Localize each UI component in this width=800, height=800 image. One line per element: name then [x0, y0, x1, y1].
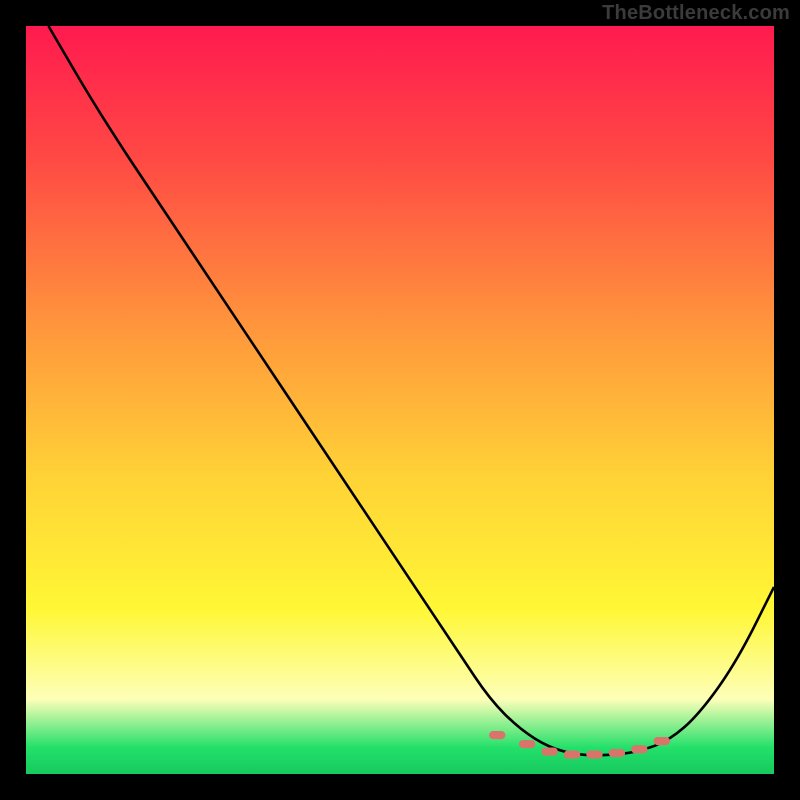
bottleneck-curve [48, 26, 774, 755]
highlight-marker [564, 750, 580, 758]
curve-overlay [26, 26, 774, 774]
highlight-marker [541, 747, 557, 755]
highlight-marker [586, 750, 602, 758]
chart-frame: TheBottleneck.com [0, 0, 800, 800]
highlight-markers [489, 731, 670, 759]
highlight-marker [654, 737, 670, 745]
highlight-marker [609, 749, 625, 757]
highlight-marker [631, 745, 647, 753]
watermark-text: TheBottleneck.com [602, 2, 790, 25]
plot-area [26, 26, 774, 774]
highlight-marker [519, 740, 535, 748]
highlight-marker [489, 731, 505, 739]
